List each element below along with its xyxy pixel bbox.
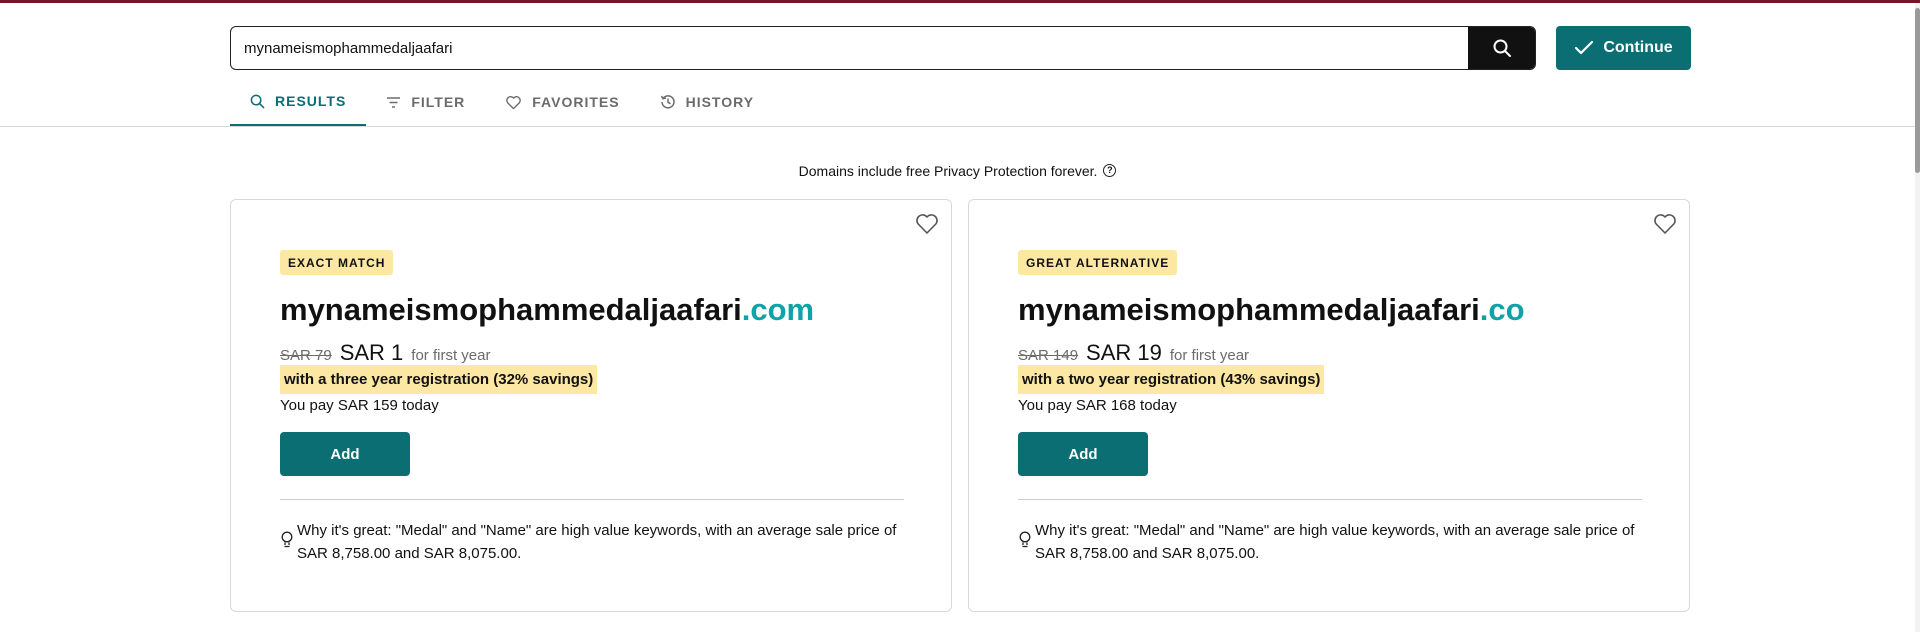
favorite-heart-icon[interactable] [915,212,939,236]
tab-history[interactable]: HISTORY [640,78,774,126]
tab-results-label: RESULTS [275,93,347,109]
tab-filter[interactable]: FILTER [366,78,485,126]
tab-history-label: HISTORY [685,94,755,110]
price-row: SAR 79 SAR 1 for first year [280,340,490,366]
domain-result-card: GREAT ALTERNATIVE mynameismophammedaljaa… [968,199,1690,612]
pay-today: You pay SAR 168 today [1018,397,1177,414]
domain-tld: .co [1479,292,1525,327]
page-scrollbar[interactable] [1915,3,1920,632]
domain-name: mynameismophammedaljaafari.com [280,292,814,328]
tab-favorites-label: FAVORITES [532,94,620,110]
privacy-note: Domains include free Privacy Protection … [0,163,1915,179]
domain-tld: .com [741,292,815,327]
domain-sld: mynameismophammedaljaafari [280,292,742,327]
search-icon [250,94,265,108]
result-tabs: RESULTS FILTER FAVORITES HISTORY [230,78,774,126]
domain-name: mynameismophammedaljaafari.co [1018,292,1525,328]
heart-icon [506,95,522,109]
search-box [230,26,1536,70]
add-button[interactable]: Add [1018,432,1148,476]
savings-note: with a three year registration (32% savi… [280,365,598,394]
old-price: SAR 79 [280,347,332,364]
savings-note: with a two year registration (43% saving… [1018,365,1325,394]
top-accent-bar [0,0,1920,3]
card-divider [1018,499,1642,500]
new-price: SAR 1 [339,340,404,365]
tab-results[interactable]: RESULTS [230,78,367,126]
privacy-note-text: Domains include free Privacy Protection … [798,163,1098,179]
lightbulb-icon [281,531,293,548]
price-term: for first year [411,347,491,364]
match-badge: EXACT MATCH [280,250,394,275]
filter-icon [387,96,401,108]
continue-button[interactable]: Continue [1556,26,1691,70]
price-row: SAR 149 SAR 19 for first year [1018,340,1249,366]
price-term: for first year [1169,347,1250,364]
search-button[interactable] [1468,27,1535,69]
history-icon [660,95,675,109]
why-great-text: Why it's great: "Medal" and "Name" are h… [297,522,897,562]
help-icon[interactable]: ? [1103,164,1117,177]
domain-result-card: EXACT MATCH mynameismophammedaljaafari.c… [230,199,952,612]
domain-sld: mynameismophammedaljaafari [1018,292,1480,327]
why-great-text: Why it's great: "Medal" and "Name" are h… [1035,522,1635,562]
pay-today: You pay SAR 159 today [280,397,439,414]
scrollbar-thumb[interactable] [1915,8,1920,173]
tab-filter-label: FILTER [411,94,466,110]
tab-favorites[interactable]: FAVORITES [485,78,639,126]
search-input[interactable] [231,27,1469,69]
card-divider [280,499,904,500]
new-price: SAR 19 [1086,340,1162,365]
match-badge: GREAT ALTERNATIVE [1018,250,1178,275]
continue-label: Continue [1603,39,1673,56]
tab-divider [0,126,1915,127]
lightbulb-icon [1019,531,1031,548]
search-icon [1493,39,1511,57]
favorite-heart-icon[interactable] [1653,212,1677,236]
check-icon [1575,40,1594,55]
add-button[interactable]: Add [280,432,410,476]
old-price: SAR 149 [1018,347,1079,364]
